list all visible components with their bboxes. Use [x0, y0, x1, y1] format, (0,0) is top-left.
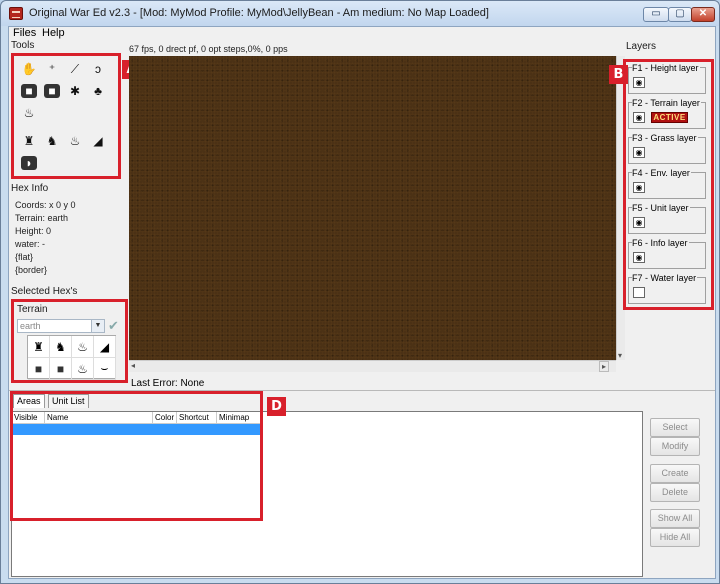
- last-error-text: Last Error: None: [131, 378, 205, 389]
- hex-coords: Coords: x 0 y 0: [15, 200, 76, 210]
- layer-name: F2 - Terrain layer: [632, 98, 701, 108]
- window-title: Original War Ed v2.3 - [Mod: MyMod Profi…: [29, 7, 489, 19]
- select-button[interactable]: Select: [650, 418, 700, 437]
- hex-info-label: Hex Info: [11, 183, 49, 194]
- layer-name: F4 - Env. layer: [632, 168, 691, 178]
- menu-help[interactable]: Help: [42, 27, 65, 39]
- stamp-icon[interactable]: ■: [44, 84, 60, 98]
- layer-info[interactable]: F6 - Info layer ◉: [628, 238, 706, 269]
- terrain-label: Terrain: [17, 304, 48, 315]
- hex-flat: {flat}: [15, 252, 34, 262]
- hex-height: Height: 0: [15, 226, 52, 236]
- hex-water: water: -: [15, 239, 46, 249]
- move-icon[interactable]: ⁺: [44, 62, 60, 76]
- stamp-icon[interactable]: ■: [50, 358, 72, 380]
- client-area: Files Help Tools ✋ ⁺ ⟋ ↄ ■ ■ ✱ ♣ ♨ ♜ ♞ ♨…: [8, 26, 716, 579]
- layers-panel: F1 - Height layer ◉ F2 - Terrain layer ◉…: [623, 59, 714, 310]
- building-icon[interactable]: ♜: [28, 336, 50, 358]
- layer-height[interactable]: F1 - Height layer ◉: [628, 63, 706, 94]
- cave-icon[interactable]: ◗: [21, 156, 37, 170]
- eye-icon[interactable]: ◉: [633, 112, 645, 123]
- map-viewport[interactable]: [129, 56, 616, 360]
- menu-bar: Files Help: [9, 27, 715, 39]
- bush-icon[interactable]: ♨: [21, 106, 37, 120]
- modify-button[interactable]: Modify: [650, 437, 700, 456]
- lasso-icon[interactable]: ↄ: [90, 62, 106, 76]
- hex-terrain: Terrain: earth: [15, 213, 69, 223]
- minimize-button[interactable]: ▭: [643, 7, 669, 22]
- shrub-icon[interactable]: ♨: [72, 336, 94, 358]
- rock-icon[interactable]: ♞: [50, 336, 72, 358]
- terrain-select-value: earth: [20, 321, 41, 331]
- tools-panel: ✋ ⁺ ⟋ ↄ ■ ■ ✱ ♣ ♨ ♜ ♞ ♨ ◢ ◗: [11, 53, 121, 179]
- active-badge: ACTIVE: [651, 112, 688, 123]
- shrub-icon[interactable]: ♨: [67, 134, 83, 148]
- hex-info-panel: Coords: x 0 y 0 Terrain: earth Height: 0…: [15, 199, 76, 277]
- layer-grass[interactable]: F3 - Grass layer ◉: [628, 133, 706, 164]
- layer-env[interactable]: F4 - Env. layer ◉: [628, 168, 706, 199]
- delete-button[interactable]: Delete: [650, 483, 700, 502]
- building-icon[interactable]: ♜: [21, 134, 37, 148]
- chevron-down-icon[interactable]: ▼: [91, 320, 104, 332]
- hex-border: {border}: [15, 265, 48, 275]
- application-window: Original War Ed v2.3 - [Mod: MyMod Profi…: [0, 0, 720, 584]
- layer-name: F3 - Grass layer: [632, 133, 698, 143]
- eye-icon[interactable]: ◉: [633, 252, 645, 263]
- fill-icon[interactable]: ■: [21, 84, 37, 98]
- rock-icon[interactable]: ♞: [44, 134, 60, 148]
- layers-label: Layers: [626, 41, 657, 52]
- maximize-button[interactable]: ▢: [668, 7, 692, 22]
- show-all-button[interactable]: Show All: [650, 509, 700, 528]
- eye-icon[interactable]: ◉: [633, 147, 645, 158]
- layer-name: F1 - Height layer: [632, 63, 700, 73]
- layer-name: F7 - Water layer: [632, 273, 698, 283]
- terrain-palette: ♜ ♞ ♨ ◢ ■ ■ ♨ ⌣: [27, 335, 116, 380]
- cliff-icon[interactable]: ◢: [90, 134, 106, 148]
- scroll-right-icon[interactable]: ▸: [599, 361, 609, 372]
- close-button[interactable]: ✕: [691, 7, 715, 22]
- layer-name: F6 - Info layer: [632, 238, 689, 248]
- eye-off-icon[interactable]: ◉: [633, 287, 645, 298]
- hide-all-button[interactable]: Hide All: [650, 528, 700, 547]
- areas-highlight: [10, 391, 263, 521]
- bush-icon[interactable]: ♨: [72, 358, 94, 380]
- layer-terrain[interactable]: F2 - Terrain layer ◉ ACTIVE: [628, 98, 706, 129]
- menu-files[interactable]: Files: [13, 27, 36, 39]
- tree-icon[interactable]: ♣: [90, 84, 106, 98]
- check-icon[interactable]: ✔: [108, 318, 119, 334]
- selected-hexs-label: Selected Hex's: [11, 286, 78, 297]
- eye-icon[interactable]: ◉: [633, 217, 645, 228]
- water-icon[interactable]: ⌣: [94, 358, 116, 380]
- scroll-left-icon[interactable]: ◂: [131, 361, 135, 370]
- wand-icon[interactable]: ⟋: [67, 62, 83, 76]
- eye-icon[interactable]: ◉: [633, 182, 645, 193]
- eye-icon[interactable]: ◉: [633, 77, 645, 88]
- layer-water[interactable]: F7 - Water layer ◉: [628, 273, 706, 304]
- app-icon: [9, 7, 23, 20]
- person-icon[interactable]: ✱: [67, 84, 83, 98]
- fill-icon[interactable]: ■: [28, 358, 50, 380]
- hand-icon[interactable]: ✋: [21, 62, 37, 76]
- callout-badge-b: B: [609, 65, 628, 84]
- terrain-panel: Terrain earth ▼ ✔ ♜ ♞ ♨ ◢ ■ ■ ♨ ⌣: [11, 299, 128, 383]
- create-button[interactable]: Create: [650, 464, 700, 483]
- cliff-icon[interactable]: ◢: [94, 336, 116, 358]
- tools-label: Tools: [11, 40, 35, 51]
- layer-name: F5 - Unit layer: [632, 203, 690, 213]
- horizontal-scrollbar[interactable]: ◂ ▸: [129, 360, 616, 372]
- title-bar[interactable]: Original War Ed v2.3 - [Mod: MyMod Profi…: [1, 1, 719, 26]
- layer-unit[interactable]: F5 - Unit layer ◉: [628, 203, 706, 234]
- map-status-text: 67 fps, 0 drect pf, 0 opt steps,0%, 0 pp…: [129, 44, 288, 54]
- callout-badge-d: D: [267, 397, 286, 416]
- terrain-select[interactable]: earth ▼: [17, 319, 105, 333]
